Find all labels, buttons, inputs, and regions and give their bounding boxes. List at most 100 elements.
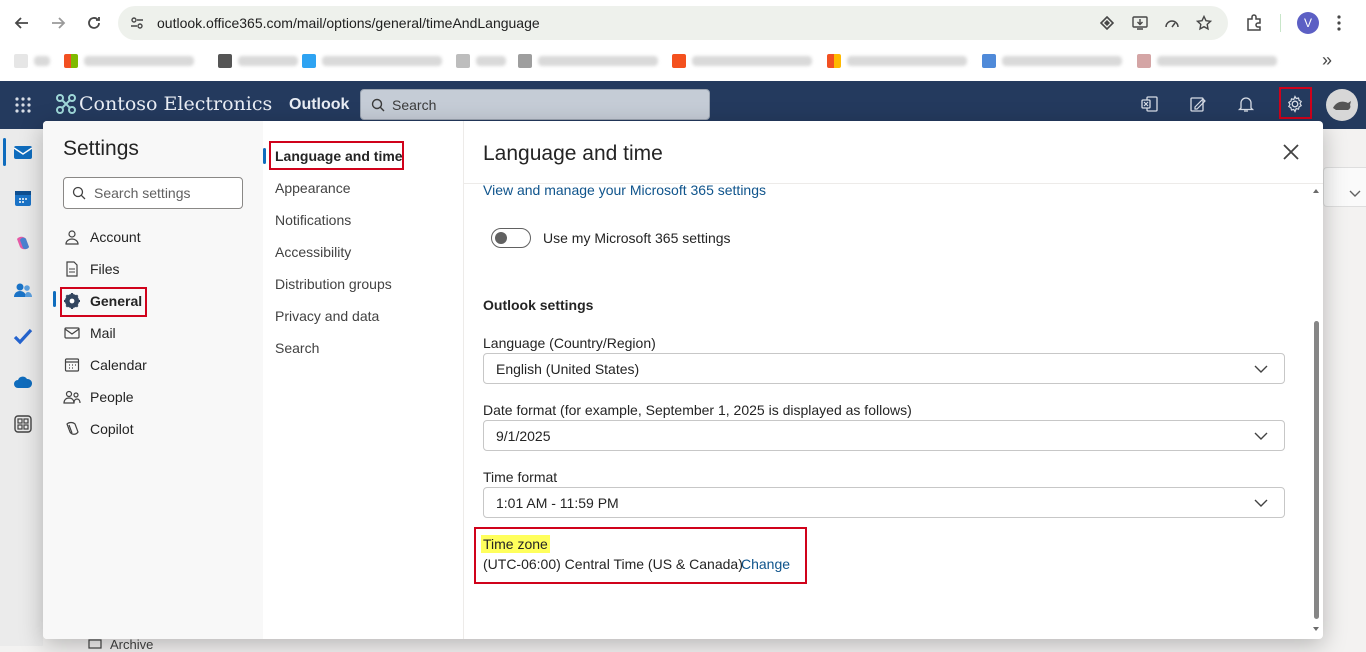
browser-menu-icon[interactable] (1337, 14, 1341, 32)
bookmark-item[interactable] (827, 52, 967, 70)
settings-content: Language and time View and manage your M… (463, 121, 1323, 639)
forward-button[interactable] (44, 9, 72, 37)
subcategory-language-and-time[interactable]: Language and time (275, 145, 403, 167)
m365-toggle[interactable] (491, 228, 531, 248)
scrollbar-thumb[interactable] (1314, 321, 1319, 619)
archive-folder-label: Archive (110, 637, 154, 652)
category-label: People (90, 389, 134, 405)
time-zone-change-link[interactable]: Change (741, 556, 790, 572)
bookmark-label-blurred (538, 56, 658, 66)
bookmark-item[interactable] (218, 52, 298, 70)
back-button[interactable] (8, 9, 36, 37)
notes-icon[interactable] (1187, 93, 1209, 115)
category-label: Account (90, 229, 141, 245)
settings-title: Settings (63, 137, 139, 160)
selected-category-indicator (53, 291, 56, 307)
people-app-icon[interactable] (13, 280, 33, 300)
excel-icon[interactable] (1139, 93, 1161, 115)
scroll-down-arrow-icon[interactable] (1313, 627, 1319, 631)
time-format-dropdown[interactable]: 1:01 AM - 11:59 PM (483, 487, 1285, 518)
extensions-puzzle-icon[interactable] (1245, 14, 1263, 32)
language-value: English (United States) (496, 360, 640, 377)
time-zone-value: (UTC-06:00) Central Time (US & Canada) (483, 556, 743, 572)
subcategory-notifications[interactable]: Notifications (275, 209, 351, 231)
subcategory-privacy-and-data[interactable]: Privacy and data (275, 305, 379, 327)
chevron-down-icon (1254, 499, 1272, 507)
language-dropdown[interactable]: English (United States) (483, 353, 1285, 384)
profile-avatar[interactable]: V (1297, 12, 1319, 34)
todo-app-icon[interactable] (13, 326, 33, 346)
bookmark-favicon (982, 54, 996, 68)
m365-settings-link[interactable]: View and manage your Microsoft 365 setti… (483, 182, 766, 198)
category-calendar[interactable]: Calendar (63, 353, 147, 377)
install-app-icon[interactable] (1132, 15, 1148, 31)
category-copilot[interactable]: Copilot (63, 417, 134, 441)
global-search[interactable]: Search (360, 89, 710, 120)
archive-icon (88, 639, 102, 649)
bell-icon[interactable] (1235, 93, 1257, 115)
bookmark-item[interactable] (64, 52, 194, 70)
bookmark-favicon (64, 54, 78, 68)
category-general[interactable]: General (63, 289, 142, 313)
reload-icon (88, 17, 100, 29)
close-icon[interactable] (1282, 143, 1300, 161)
gear-icon (63, 292, 81, 310)
page-title: Language and time (483, 142, 663, 165)
copilot-icon (63, 420, 81, 438)
time-format-label: Time format (483, 469, 558, 485)
mail-icon (63, 324, 81, 342)
address-bar[interactable]: outlook.office365.com/mail/options/gener… (118, 6, 1228, 40)
subcategory-accessibility[interactable]: Accessibility (275, 241, 351, 263)
bookmark-favicon (14, 54, 28, 68)
category-people[interactable]: People (63, 385, 134, 409)
bookmark-favicon (302, 54, 316, 68)
person-icon (63, 228, 81, 246)
app-launcher-icon[interactable] (14, 96, 32, 114)
forward-arrow-icon (52, 17, 66, 29)
subcategory-appearance[interactable]: Appearance (275, 177, 351, 199)
bookmark-item[interactable] (672, 52, 812, 70)
date-format-label: Date format (for example, September 1, 2… (483, 402, 912, 418)
avatar-animal-icon (1333, 101, 1351, 110)
calendar-app-icon[interactable] (13, 188, 33, 208)
app-name[interactable]: Outlook (289, 96, 349, 114)
site-info-icon[interactable] (130, 16, 144, 30)
settings-search-input[interactable] (92, 184, 236, 202)
category-label: Copilot (90, 421, 134, 437)
date-format-dropdown[interactable]: 9/1/2025 (483, 420, 1285, 451)
rail-selected-indicator (3, 138, 6, 166)
settings-search[interactable] (63, 177, 243, 209)
subcategory-search[interactable]: Search (275, 337, 319, 359)
bookmark-star-icon[interactable] (1196, 15, 1212, 31)
bookmark-item[interactable] (456, 52, 506, 70)
bookmark-item[interactable] (982, 52, 1122, 70)
more-apps-icon[interactable] (13, 414, 33, 434)
document-icon (63, 260, 81, 278)
category-account[interactable]: Account (63, 225, 141, 249)
bookmark-label-blurred (692, 56, 812, 66)
time-format-value: 1:01 AM - 11:59 PM (496, 494, 619, 511)
settings-category-nav: Settings Account Files General Mail Cale… (43, 121, 264, 639)
user-avatar[interactable] (1326, 89, 1358, 121)
language-label: Language (Country/Region) (483, 335, 656, 351)
performance-icon[interactable] (1164, 15, 1180, 31)
category-mail[interactable]: Mail (63, 321, 116, 345)
mail-app-icon[interactable] (13, 142, 33, 162)
toolbar-divider (1280, 14, 1281, 32)
subcategory-distribution-groups[interactable]: Distribution groups (275, 273, 392, 295)
extension-diamond-icon[interactable] (1100, 16, 1114, 30)
bookmark-item[interactable] (14, 52, 50, 70)
chevron-down-icon (1254, 432, 1272, 440)
copilot-app-icon[interactable] (13, 234, 33, 254)
category-label: Mail (90, 325, 116, 341)
reload-button[interactable] (80, 9, 108, 37)
bookmark-item[interactable] (518, 52, 658, 70)
category-files[interactable]: Files (63, 257, 120, 281)
scroll-up-arrow-icon[interactable] (1313, 189, 1319, 193)
bookmark-favicon (672, 54, 686, 68)
more-bookmarks-chevron[interactable]: » (1322, 50, 1332, 71)
settings-gear-button[interactable] (1284, 93, 1306, 115)
bookmark-item[interactable] (302, 52, 442, 70)
bookmark-item[interactable] (1137, 52, 1277, 70)
onedrive-app-icon[interactable] (13, 372, 33, 392)
